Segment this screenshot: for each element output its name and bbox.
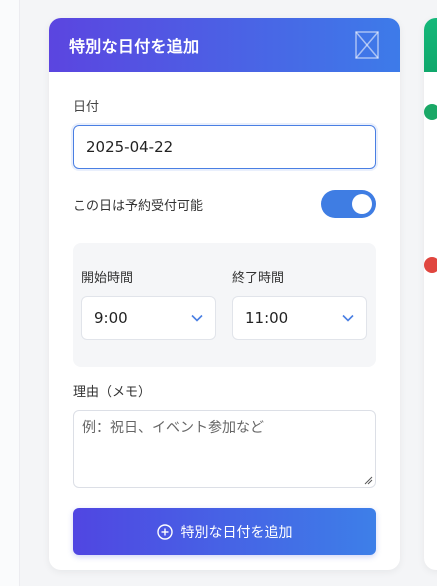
add-special-date-button[interactable]: 特別な日付を追加 [73, 508, 376, 555]
availability-toggle[interactable] [321, 190, 376, 218]
start-time-group: 開始時間 9:00 [81, 267, 216, 367]
resize-handle-icon[interactable] [363, 475, 373, 485]
end-time-select[interactable]: 11:00 [232, 296, 367, 340]
add-special-date-card: 特別な日付を追加 日付 2025-04-22 この日は予約受付可能 開始時間 9… [49, 18, 400, 570]
memo-placeholder: 例：祝日、イベント参加など [82, 420, 264, 436]
chevron-down-icon [342, 314, 354, 322]
status-green-icon [424, 104, 437, 120]
end-time-group: 終了時間 11:00 [232, 267, 367, 367]
start-time-value: 9:00 [94, 309, 128, 327]
plus-circle-icon [156, 523, 173, 540]
memo-textarea[interactable]: 例：祝日、イベント参加など [73, 410, 376, 488]
card-header: 特別な日付を追加 [49, 18, 400, 72]
availability-label: この日は予約受付可能 [73, 198, 204, 214]
time-range-box: 開始時間 9:00 終了時間 11:00 [73, 243, 376, 367]
adjacent-card-header [424, 18, 437, 72]
memo-label: 理由（メモ） [73, 385, 152, 400]
availability-row: この日は予約受付可能 [73, 189, 376, 219]
end-time-label: 終了時間 [232, 271, 285, 286]
start-time-label: 開始時間 [81, 271, 134, 286]
date-label: 日付 [73, 100, 100, 115]
toggle-knob [352, 194, 372, 214]
status-red-icon [424, 257, 437, 273]
card-body: 日付 2025-04-22 この日は予約受付可能 開始時間 9:00 終了時間 [49, 72, 400, 555]
chevron-down-icon [191, 314, 203, 322]
card-title: 特別な日付を追加 [69, 37, 200, 56]
adjacent-card [424, 18, 437, 570]
submit-label: 特別な日付を追加 [180, 524, 293, 541]
end-time-value: 11:00 [245, 309, 289, 327]
start-time-select[interactable]: 9:00 [81, 296, 216, 340]
date-input[interactable]: 2025-04-22 [73, 125, 376, 169]
left-panel-edge [0, 0, 20, 586]
close-icon[interactable] [354, 30, 380, 60]
